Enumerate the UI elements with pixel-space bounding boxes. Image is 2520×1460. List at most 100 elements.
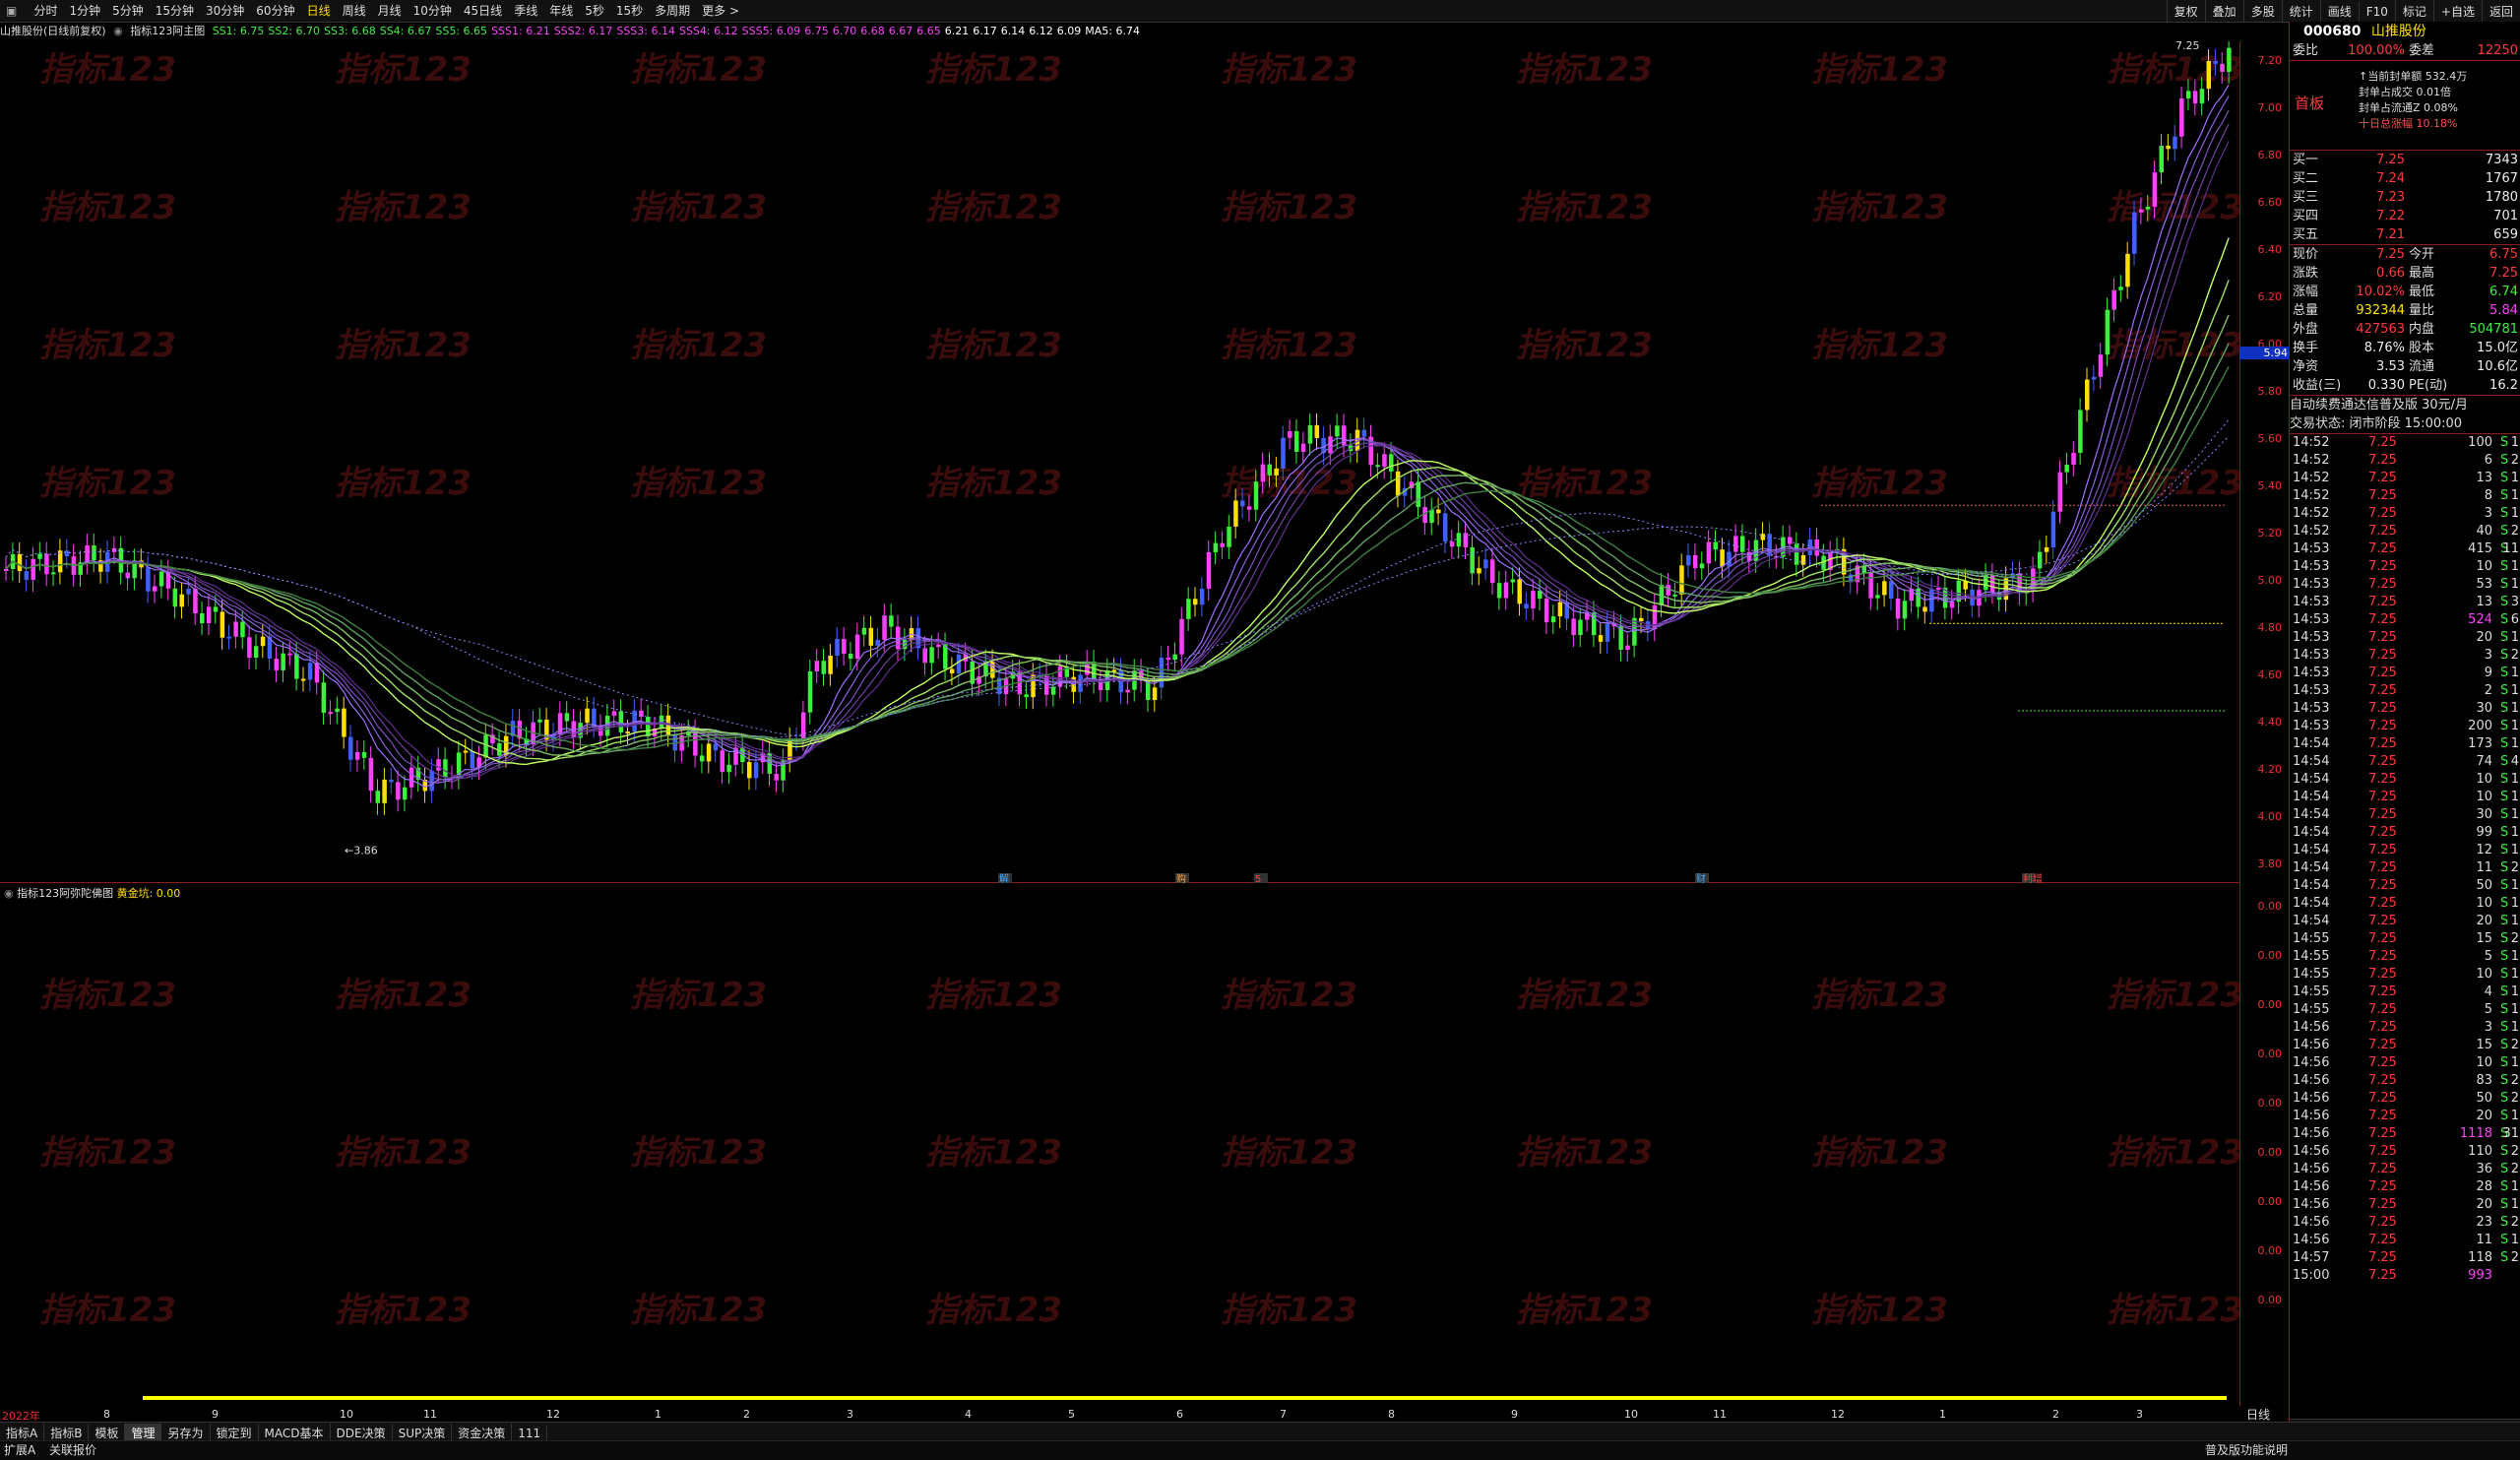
tick-count: 1 [2510, 790, 2519, 804]
tool-button[interactable]: 复权 [2166, 0, 2205, 23]
period-tab[interactable]: 分时 [28, 0, 63, 22]
tick-row: 14:55 7.25 10 S 1 [2290, 966, 2520, 984]
tick-time: 14:56 [2293, 1179, 2330, 1194]
indicator-value: SSS2: 6.17 [553, 25, 613, 37]
sub-indicator-chart[interactable]: 指标123 指标123 指标123 指标123 指标123 指标123 指标123 指标123… [0, 898, 2239, 1405]
tick-row: 14:54 7.25 11 S 2 [2290, 859, 2520, 877]
tick-side: S [2500, 1233, 2509, 1247]
kline-chart[interactable]: 指标123 指标123 指标123 指标123 指标123 指标123 指标123 指标123… [0, 41, 2239, 883]
period-tab[interactable]: 15秒 [610, 0, 649, 22]
candle-body [618, 711, 624, 732]
period-tab[interactable]: 季线 [508, 0, 543, 22]
indicator-icon[interactable]: ◉ [113, 25, 123, 37]
tick-count: 2 [2510, 1144, 2519, 1159]
period-tab[interactable]: 45日线 [458, 0, 508, 22]
tool-button[interactable]: 返回 [2481, 0, 2520, 23]
price-tick: 4.80 [2257, 621, 2283, 634]
status-ext[interactable]: 扩展A [4, 1443, 35, 1457]
tick-price: 7.25 [2368, 825, 2397, 840]
candle-body [1199, 588, 1205, 605]
tick-side: S [2500, 1250, 2509, 1265]
watermark: 指标123 [925, 188, 1062, 227]
bid-row[interactable]: 买三 7.23 1780 [2290, 188, 2520, 207]
menu-toggle-icon[interactable]: ▣ [0, 0, 23, 22]
candle-body [158, 571, 164, 587]
tick-row: 14:53 7.25 20 S 1 [2290, 629, 2520, 647]
watermark: 指标123 [1516, 188, 1653, 227]
period-tab[interactable]: 更多 > [696, 0, 745, 22]
tick-volume: 12 [2476, 843, 2492, 857]
indicator-value: SS5: 6.65 [435, 25, 488, 37]
tool-button[interactable]: F10 [2358, 2, 2395, 22]
status-related[interactable]: 关联报价 [49, 1443, 96, 1457]
candle-body [929, 647, 934, 664]
bid-row[interactable]: 买一 7.25 7343 [2290, 151, 2520, 169]
period-tab[interactable]: 10分钟 [408, 0, 458, 22]
period-label[interactable]: 日线 [2246, 1406, 2270, 1423]
tool-button[interactable]: 统计 [2281, 0, 2320, 23]
tick-row: 14:54 7.25 12 S 1 [2290, 842, 2520, 859]
date-tick: 2 [743, 1408, 750, 1421]
period-tab[interactable]: 5秒 [579, 0, 610, 22]
tick-row: 14:56 7.25 50 S 2 [2290, 1090, 2520, 1108]
period-tab[interactable]: 多周期 [649, 0, 696, 22]
price-tick: 5.00 [2257, 574, 2283, 587]
tool-button[interactable]: 叠加 [2204, 0, 2243, 23]
bid-row[interactable]: 买四 7.22 701 [2290, 207, 2520, 225]
candle-body [1800, 554, 1806, 565]
candle-body [1172, 654, 1177, 661]
tick-price: 7.25 [2368, 1091, 2397, 1106]
period-tab[interactable]: 60分钟 [250, 0, 300, 22]
period-tab[interactable]: 1分钟 [63, 0, 106, 22]
tick-price: 7.25 [2368, 1038, 2397, 1052]
bid-row[interactable]: 买二 7.24 1767 [2290, 169, 2520, 188]
tick-volume: 74 [2476, 754, 2492, 769]
candle-body [321, 682, 327, 714]
date-tick: 1 [655, 1408, 662, 1421]
candle-body [1057, 666, 1063, 687]
candle-body [2125, 253, 2130, 287]
bid-row[interactable]: 买五 7.21 659 [2290, 225, 2520, 244]
tool-button[interactable]: 标记 [2394, 0, 2433, 23]
indicator-name[interactable]: 指标123阿主图 [130, 25, 205, 37]
status-help[interactable]: 普及版功能说明 [2205, 1441, 2288, 1458]
indicator-tab[interactable]: 111 [512, 1426, 548, 1441]
period-tab[interactable]: 5分钟 [106, 0, 150, 22]
tool-button[interactable]: +自选 [2432, 0, 2482, 23]
watermark: 指标123 [335, 50, 472, 90]
watermark: 指标123 [335, 1133, 472, 1173]
candle-body [443, 759, 448, 778]
period-tab[interactable]: 月线 [372, 0, 408, 22]
tool-button[interactable]: 多股 [2242, 0, 2282, 23]
tick-time: 14:54 [2293, 914, 2330, 928]
bid-label: 买五 [2293, 227, 2319, 242]
tick-count: 1 [2510, 949, 2519, 964]
current-price-tag: 5.94 [2240, 347, 2290, 359]
tick-price: 7.25 [2368, 666, 2397, 680]
period-tab[interactable]: 日线 [301, 0, 337, 22]
tick-side: S [2500, 1144, 2509, 1159]
quote-label: 今开 [2409, 247, 2435, 262]
candle-body [2057, 472, 2063, 512]
period-tab[interactable]: 15分钟 [150, 0, 200, 22]
high-price-label: 7.25 [2175, 41, 2200, 52]
watermark: 指标123 [630, 1133, 767, 1173]
tool-button[interactable]: 画线 [2319, 0, 2359, 23]
price-tick: 7.00 [2257, 101, 2283, 114]
watermark: 指标123 [1811, 976, 1948, 1015]
tick-count: 1 [2510, 736, 2519, 751]
bid-label: 买四 [2293, 209, 2319, 223]
tick-count: 2 [2510, 524, 2519, 539]
fee-notice[interactable]: 自动续费通达信普及版 30元/月 [2290, 395, 2520, 414]
tick-price: 7.25 [2368, 843, 2397, 857]
period-tab[interactable]: 周线 [337, 0, 372, 22]
indicator-value: SS3: 6.68 [324, 25, 376, 37]
tick-count: 1 [2510, 488, 2519, 503]
candle-body [800, 712, 806, 739]
event-marker-label: 5 [1255, 874, 1261, 883]
period-tab[interactable]: 30分钟 [200, 0, 250, 22]
tick-volume: 3 [2484, 1020, 2492, 1035]
tick-side: S [2500, 736, 2509, 751]
period-tab[interactable]: 年线 [543, 0, 579, 22]
tick-count: 1 [2510, 666, 2519, 680]
